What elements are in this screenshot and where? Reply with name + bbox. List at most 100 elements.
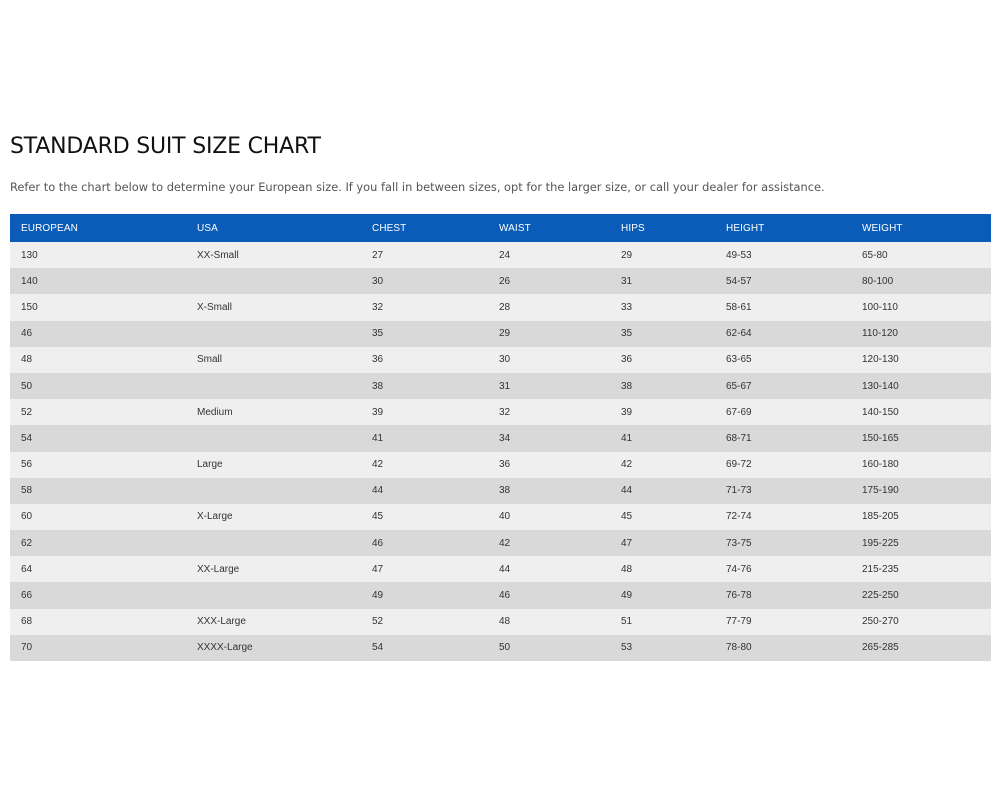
cell-chest: 46 [372,537,384,549]
cell-hips: 33 [621,301,633,313]
cell-weight: 185-205 [862,511,899,523]
cell-chest: 42 [372,459,384,471]
cell-european: 46 [21,328,33,340]
cell-waist: 42 [499,537,511,549]
cell-usa: Medium [197,406,233,418]
cell-european: 130 [21,249,38,261]
cell-height: 58-61 [726,301,752,313]
cell-european: 140 [21,275,38,287]
cell-chest: 52 [372,616,384,628]
cell-usa [186,530,361,556]
cell-chest: 49 [372,590,384,602]
cell-hips: 41 [621,432,633,444]
cell-usa [186,268,361,294]
cell-height: 62-64 [726,328,752,340]
cell-waist: 34 [499,432,511,444]
cell-weight: 265-285 [862,642,899,654]
cell-european: 66 [21,590,33,602]
cell-height: 78-80 [726,642,752,654]
cell-european: 56 [21,459,33,471]
table-row: 66 49 46 49 76-78 225-250 [10,582,991,609]
table-row: 60 X-Large 45 40 45 72-74 185-205 [10,503,991,531]
table-row: 130 XX-Small 27 24 29 49-53 65-80 [10,242,991,269]
cell-hips: 45 [621,511,633,523]
cell-waist: 26 [499,275,511,287]
cell-hips: 38 [621,380,633,392]
page-title: STANDARD SUIT SIZE CHART [10,134,321,159]
cell-european: 48 [21,354,33,366]
table-row: 54 41 34 41 68-71 150-165 [10,425,991,452]
cell-weight: 150-165 [862,432,899,444]
header-weight: WEIGHT [862,222,903,234]
table-row: 50 38 31 38 65-67 130-140 [10,372,991,400]
cell-waist: 44 [499,563,511,575]
cell-hips: 47 [621,537,633,549]
cell-waist: 31 [499,380,511,392]
header-hips: HIPS [621,222,645,234]
cell-waist: 36 [499,459,511,471]
cell-chest: 27 [372,249,384,261]
cell-usa: Large [197,459,223,471]
cell-usa: XXXX-Large [197,642,253,654]
cell-european: 58 [21,485,33,497]
cell-chest: 36 [372,354,384,366]
cell-usa: XXX-Large [197,616,246,628]
table-row: 48 Small 36 30 36 63-65 120-130 [10,346,991,373]
cell-european: 62 [21,537,33,549]
cell-hips: 36 [621,354,633,366]
cell-height: 68-71 [726,432,752,444]
cell-waist: 30 [499,354,511,366]
cell-hips: 35 [621,328,633,340]
table-row: 58 44 38 44 71-73 175-190 [10,477,991,504]
cell-european: 60 [21,511,33,523]
header-chest: CHEST [372,222,407,234]
cell-chest: 44 [372,485,384,497]
table-row: 46 35 29 35 62-64 110-120 [10,320,991,347]
cell-waist: 38 [499,485,511,497]
cell-usa: XX-Small [197,249,239,261]
cell-height: 74-76 [726,563,752,575]
cell-weight: 225-250 [862,590,899,602]
cell-hips: 42 [621,459,633,471]
cell-height: 49-53 [726,249,752,261]
cell-usa: Small [197,354,223,366]
cell-european: 50 [21,380,33,392]
cell-height: 67-69 [726,406,752,418]
cell-chest: 47 [372,563,384,575]
header-height: HEIGHT [726,222,765,234]
table-row: 140 30 26 31 54-57 80-100 [10,268,991,295]
table-row: 68 XXX-Large 52 48 51 77-79 250-270 [10,608,991,635]
cell-hips: 53 [621,642,633,654]
cell-weight: 175-190 [862,485,899,497]
cell-height: 76-78 [726,590,752,602]
cell-hips: 49 [621,590,633,602]
cell-height: 63-65 [726,354,752,366]
cell-usa [186,478,361,504]
cell-waist: 32 [499,406,511,418]
cell-weight: 195-225 [862,537,899,549]
cell-height: 73-75 [726,537,752,549]
table-row: 62 46 42 47 73-75 195-225 [10,530,991,557]
table-row: 52 Medium 39 32 39 67-69 140-150 [10,399,991,426]
intro-text: Refer to the chart below to determine yo… [10,180,825,194]
cell-hips: 44 [621,485,633,497]
cell-waist: 46 [499,590,511,602]
cell-weight: 65-80 [862,249,888,261]
cell-european: 52 [21,406,33,418]
size-chart-table: EUROPEAN USA CHEST WAIST HIPS HEIGHT WEI… [10,214,991,661]
header-usa: USA [197,222,218,234]
cell-usa [186,321,361,347]
cell-usa: X-Small [197,301,233,313]
cell-hips: 39 [621,406,633,418]
cell-european: 150 [21,301,38,313]
cell-chest: 32 [372,301,384,313]
table-row: 150 X-Small 32 28 33 58-61 100-110 [10,294,991,321]
cell-weight: 80-100 [862,275,894,287]
cell-waist: 29 [499,328,511,340]
cell-chest: 35 [372,328,384,340]
cell-height: 72-74 [726,511,752,523]
cell-chest: 45 [372,511,384,523]
cell-usa [186,373,361,399]
cell-weight: 250-270 [862,616,899,628]
header-waist: WAIST [499,222,531,234]
